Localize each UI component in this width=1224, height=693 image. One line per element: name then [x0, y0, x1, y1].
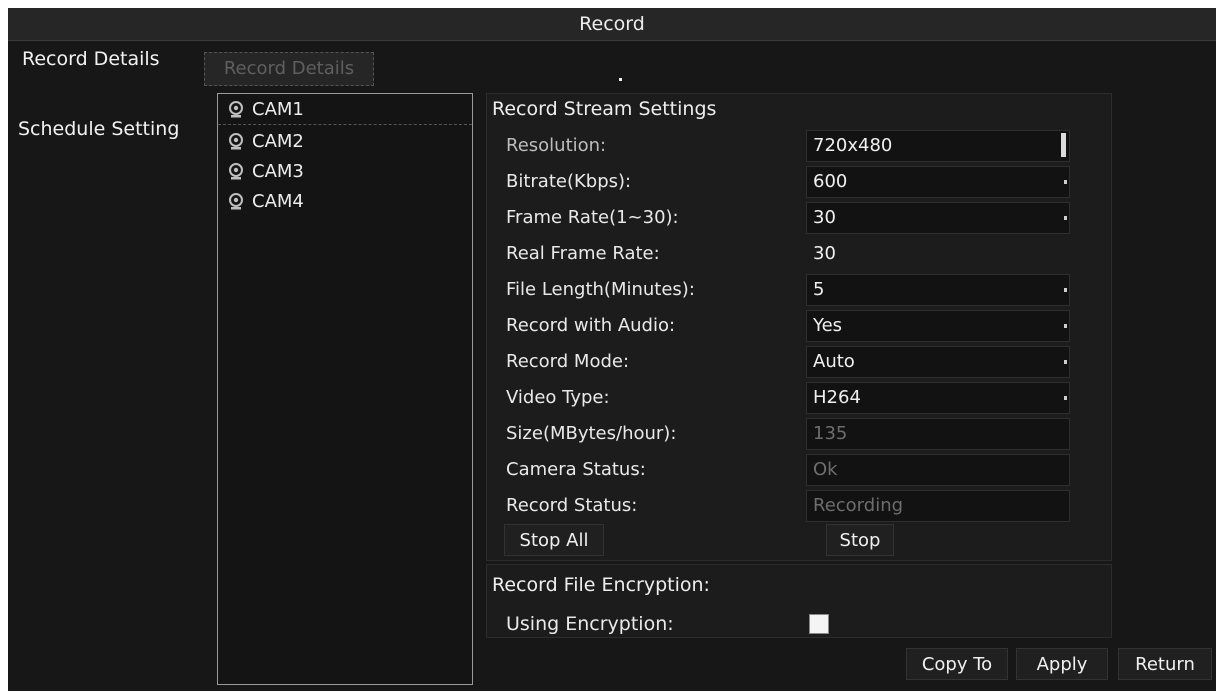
camera-label: CAM4	[252, 191, 304, 212]
record-mode-label: Record Mode:	[506, 351, 630, 372]
camera-item-cam2[interactable]: CAM2	[226, 127, 304, 157]
camera-status-label: Camera Status:	[506, 459, 646, 480]
video-type-value: H264	[813, 387, 861, 408]
bitrate-label: Bitrate(Kbps):	[506, 171, 632, 192]
dropdown-arrow-icon	[1064, 324, 1067, 328]
camera-icon	[226, 132, 246, 152]
copy-to-button[interactable]: Copy To	[906, 648, 1008, 680]
size-label: Size(MBytes/hour):	[506, 423, 677, 444]
stop-all-button[interactable]: Stop All	[504, 524, 604, 556]
scrollbar-thumb[interactable]	[1061, 133, 1066, 157]
bitrate-select[interactable]: 600	[806, 166, 1070, 198]
return-button[interactable]: Return	[1118, 648, 1212, 680]
dropdown-arrow-icon	[1064, 396, 1067, 400]
mouse-cursor-icon	[619, 78, 622, 81]
resolution-label: Resolution:	[506, 135, 607, 156]
record-mode-value: Auto	[813, 351, 855, 372]
record-status-label: Record Status:	[506, 495, 638, 516]
record-audio-select[interactable]: Yes	[806, 310, 1070, 342]
sidebar-item-record-details[interactable]: Record Details	[22, 48, 160, 70]
camera-label: CAM1	[252, 99, 304, 120]
dropdown-arrow-icon	[1064, 216, 1067, 220]
camera-status-value: Ok	[806, 454, 1070, 486]
real-frame-rate-label: Real Frame Rate:	[506, 243, 660, 264]
frame-rate-value: 30	[813, 207, 836, 228]
dropdown-arrow-icon	[1064, 180, 1067, 184]
stop-button[interactable]: Stop	[826, 524, 894, 556]
video-type-label: Video Type:	[506, 387, 610, 408]
stream-settings-title: Record Stream Settings	[492, 98, 717, 120]
video-type-select[interactable]: H264	[806, 382, 1070, 414]
size-value: 135	[806, 418, 1070, 450]
resolution-value: 720x480	[813, 135, 893, 156]
sidebar-item-schedule-setting[interactable]: Schedule Setting	[18, 118, 179, 140]
camera-item-cam4[interactable]: CAM4	[226, 187, 304, 217]
record-status-value: Recording	[806, 490, 1070, 522]
camera-icon	[226, 192, 246, 212]
frame-rate-select[interactable]: 30	[806, 202, 1070, 234]
record-audio-label: Record with Audio:	[506, 315, 676, 336]
dropdown-arrow-icon	[1064, 288, 1067, 292]
encryption-title: Record File Encryption:	[492, 574, 710, 596]
camera-list[interactable]: CAM1 CAM2 CAM3 CAM4	[217, 93, 473, 685]
camera-label: CAM2	[252, 131, 304, 152]
camera-icon	[226, 162, 246, 182]
record-mode-select[interactable]: Auto	[806, 346, 1070, 378]
file-length-value: 5	[813, 279, 825, 300]
resolution-select[interactable]: 720x480	[806, 130, 1070, 162]
record-window: Record Record Details Schedule Setting R…	[8, 8, 1216, 691]
using-encryption-checkbox[interactable]	[809, 614, 829, 634]
tab-record-details[interactable]: Record Details	[204, 52, 374, 86]
camera-icon	[226, 100, 246, 120]
camera-item-cam1[interactable]: CAM1	[218, 95, 472, 125]
camera-label: CAM3	[252, 161, 304, 182]
file-length-label: File Length(Minutes):	[506, 279, 695, 300]
window-title: Record	[8, 8, 1216, 41]
record-audio-value: Yes	[813, 315, 843, 336]
bitrate-value: 600	[813, 171, 848, 192]
real-frame-rate-value: 30	[813, 243, 836, 264]
file-length-select[interactable]: 5	[806, 274, 1070, 306]
frame-rate-label: Frame Rate(1~30):	[506, 207, 679, 228]
using-encryption-label: Using Encryption:	[506, 613, 674, 635]
dropdown-arrow-icon	[1064, 360, 1067, 364]
camera-item-cam3[interactable]: CAM3	[226, 157, 304, 187]
apply-button[interactable]: Apply	[1016, 648, 1108, 680]
